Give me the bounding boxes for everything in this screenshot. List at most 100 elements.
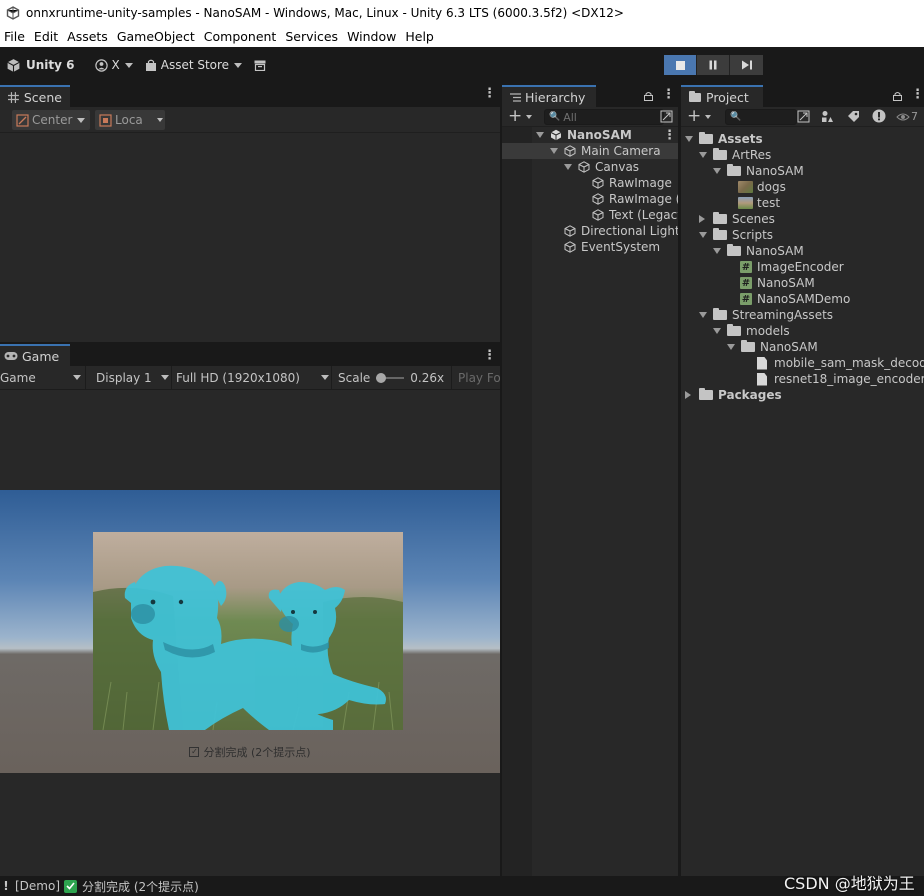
- project-item-scenes[interactable]: Scenes: [699, 211, 775, 227]
- more-options-icon[interactable]: ⋮: [483, 349, 496, 362]
- filter-by-label-icon[interactable]: [847, 110, 860, 123]
- expand-arrow-icon[interactable]: [685, 136, 693, 142]
- hierarchy-item-directional-light[interactable]: Directional Light: [564, 223, 680, 239]
- window-title: onnxruntime-unity-samples - NanoSAM - Wi…: [26, 5, 624, 20]
- menu-assets[interactable]: Assets: [63, 29, 113, 44]
- hierarchy-search-input[interactable]: 🔍 All: [544, 109, 664, 125]
- overlay-status-label: 分割完成 (2个提示点): [203, 746, 311, 759]
- expand-arrow-icon[interactable]: [564, 164, 572, 170]
- pivot-mode-dropdown[interactable]: Center: [12, 110, 90, 130]
- project-item-packages[interactable]: Packages: [685, 387, 782, 403]
- project-item-nanosam-scripts[interactable]: NanoSAM: [713, 243, 804, 259]
- hierarchy-item-rawimage[interactable]: RawImage: [592, 175, 672, 191]
- expand-arrow-icon[interactable]: [699, 232, 707, 238]
- hierarchy-item-main-camera[interactable]: Main Camera: [550, 143, 661, 159]
- scene-viewport[interactable]: [0, 134, 500, 342]
- hierarchy-item-label: Canvas: [595, 160, 640, 174]
- expand-arrow-icon[interactable]: [713, 168, 721, 174]
- pause-button[interactable]: [697, 55, 730, 75]
- step-button[interactable]: [730, 55, 763, 75]
- filter-by-type-icon[interactable]: [821, 110, 834, 123]
- scale-slider-thumb[interactable]: [376, 372, 387, 383]
- project-item-nanosam-models[interactable]: NanoSAM: [727, 339, 818, 355]
- project-item-dogs[interactable]: dogs: [738, 179, 786, 195]
- project-item-nanosam-artres[interactable]: NanoSAM: [713, 163, 804, 179]
- hierarchy-item-eventsystem[interactable]: EventSystem: [564, 239, 660, 255]
- expand-arrow-icon[interactable]: [727, 344, 735, 350]
- project-item-streamingassets[interactable]: StreamingAssets: [699, 307, 833, 323]
- scale-slider[interactable]: Scale 0.26x: [332, 365, 452, 390]
- play-focused-dropdown[interactable]: Play Fo: [452, 371, 500, 385]
- gameobject-icon: [564, 241, 576, 253]
- lock-icon[interactable]: [644, 91, 653, 101]
- archive-icon: [254, 60, 266, 71]
- pivot-space-dropdown[interactable]: Loca: [95, 110, 165, 130]
- menu-file[interactable]: File: [0, 29, 30, 44]
- scale-value: 0.26x: [410, 370, 445, 385]
- menu-window[interactable]: Window: [343, 29, 401, 44]
- project-item-imageencoder[interactable]: # ImageEncoder: [740, 259, 844, 275]
- menu-gameobject[interactable]: GameObject: [113, 29, 200, 44]
- more-options-icon[interactable]: ⋮: [911, 88, 924, 101]
- project-item-models[interactable]: models: [713, 323, 790, 339]
- account-button[interactable]: X: [89, 54, 139, 76]
- project-item-assets[interactable]: Assets: [685, 131, 763, 147]
- hierarchy-item-canvas[interactable]: Canvas: [564, 159, 639, 175]
- menu-help[interactable]: Help: [401, 29, 439, 44]
- hidden-packages-toggle[interactable]: 7: [896, 110, 918, 123]
- collapse-arrow-icon[interactable]: [685, 391, 691, 399]
- resolution-dropdown[interactable]: Full HD (1920x1080): [172, 365, 332, 390]
- gamepad-icon: [4, 352, 18, 360]
- tab-scene[interactable]: Scene: [0, 85, 70, 107]
- project-item-mobile-sam-mask-decoder[interactable]: mobile_sam_mask_decoder: [757, 355, 924, 371]
- warning-icon[interactable]: [872, 109, 886, 123]
- unity-version-button[interactable]: Unity 6: [0, 54, 81, 76]
- scale-slider-track[interactable]: [376, 372, 405, 383]
- hierarchy-item-rawimage-1[interactable]: RawImage (1: [592, 191, 688, 207]
- game-render[interactable]: ✓ 分割完成 (2个提示点): [0, 490, 500, 773]
- collapse-arrow-icon[interactable]: [699, 215, 705, 223]
- expand-arrow-icon[interactable]: [713, 248, 721, 254]
- project-item-nanosamdemo[interactable]: # NanoSAMDemo: [740, 291, 850, 307]
- search-scope-icon[interactable]: [797, 110, 810, 123]
- more-options-icon[interactable]: ⋮: [662, 88, 675, 101]
- tab-hierarchy[interactable]: Hierarchy: [502, 85, 596, 107]
- project-item-label: Packages: [718, 388, 782, 402]
- overlay-status-text: ✓ 分割完成 (2个提示点): [0, 744, 500, 760]
- more-options-icon[interactable]: ⋮: [483, 87, 496, 100]
- hierarchy-item-nanosam-scene[interactable]: NanoSAM: [536, 127, 632, 143]
- game-view-dropdown[interactable]: Game: [0, 365, 86, 390]
- lock-icon[interactable]: [893, 91, 902, 101]
- checkmark-icon: [64, 879, 78, 893]
- menu-component[interactable]: Component: [200, 29, 282, 44]
- scene-more-icon[interactable]: ⋮: [663, 129, 676, 142]
- project-item-resnet18-image-encoder[interactable]: resnet18_image_encoder: [757, 371, 924, 387]
- create-asset-button[interactable]: +: [687, 108, 712, 125]
- layers-button[interactable]: [248, 54, 272, 76]
- project-item-nanosam-script[interactable]: # NanoSAM: [740, 275, 815, 291]
- expand-arrow-icon[interactable]: [713, 328, 721, 334]
- expand-arrow-icon[interactable]: [699, 312, 707, 318]
- folder-icon: [741, 340, 755, 352]
- menu-services[interactable]: Services: [281, 29, 343, 44]
- expand-arrow-icon[interactable]: [699, 152, 707, 158]
- project-search-input[interactable]: 🔍: [725, 109, 797, 125]
- scene-visibility-icon[interactable]: [660, 110, 673, 123]
- project-item-label: resnet18_image_encoder: [774, 372, 924, 386]
- tab-game[interactable]: Game: [0, 344, 70, 366]
- menu-edit[interactable]: Edit: [30, 29, 63, 44]
- stop-icon: [675, 60, 685, 70]
- create-button[interactable]: +: [508, 108, 533, 125]
- asset-store-button[interactable]: Asset Store: [139, 54, 248, 76]
- tab-project[interactable]: Project: [681, 85, 763, 107]
- expand-arrow-icon[interactable]: [536, 132, 544, 138]
- project-item-artres[interactable]: ArtRes: [699, 147, 771, 163]
- display-dropdown[interactable]: Display 1: [86, 365, 172, 390]
- project-item-scripts[interactable]: Scripts: [699, 227, 773, 243]
- segmentation-result-image: [93, 532, 403, 730]
- project-item-test[interactable]: test: [738, 195, 780, 211]
- hierarchy-item-text-legacy[interactable]: Text (Legacy: [592, 207, 684, 223]
- stop-button[interactable]: [664, 55, 697, 75]
- expand-arrow-icon[interactable]: [550, 148, 558, 154]
- unity-logo-icon: [6, 5, 20, 20]
